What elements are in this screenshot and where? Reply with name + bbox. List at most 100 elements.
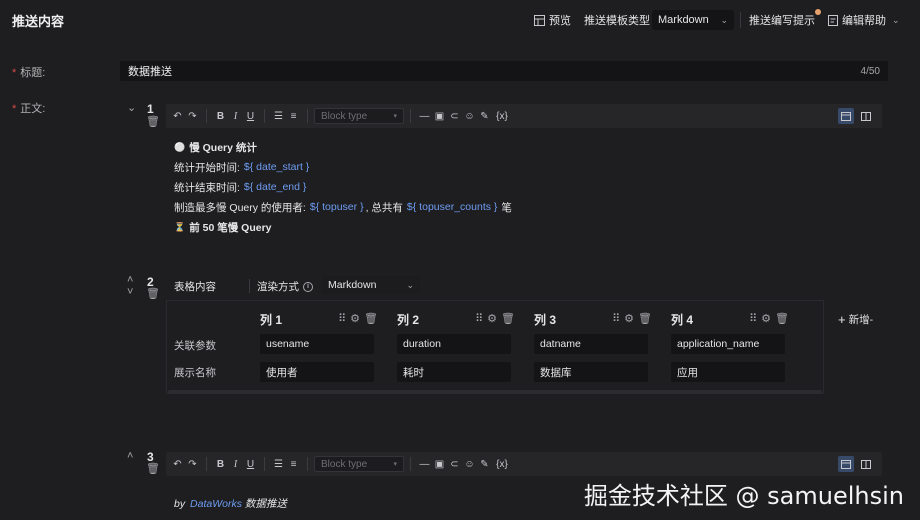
title-value: 数据推送 [128,66,172,78]
add-column-button[interactable]: + 新增- [838,312,873,327]
bullet-list-icon[interactable]: ☰ [271,107,286,125]
content-user-line: 制造最多慢 Query 的使用者: ${ topuser }, 总共有 ${ top… [174,201,512,214]
name-input-1[interactable]: 使用者 [260,362,374,382]
edit-help-button[interactable]: 编辑帮助 ⌄ [828,10,900,30]
gear-icon[interactable]: ⚙ [487,314,497,325]
chevron-down-icon: ⌄ [892,14,900,25]
param-input-3[interactable]: datname [534,334,648,354]
content-start-line: 统计开始时间: ${ date_start } [174,161,310,174]
notification-dot [815,9,821,15]
block-type-select[interactable]: Block type ▾ [314,108,404,124]
preview-button[interactable]: 预览 [534,10,571,30]
divider-icon[interactable]: — [417,107,432,125]
trash-icon[interactable]: 🗑 [501,314,515,325]
trash-icon[interactable]: 🗑 [146,464,160,475]
link-icon[interactable]: ⊂ [447,107,462,125]
underline-icon[interactable]: U [243,107,258,125]
italic-icon[interactable]: I [228,107,243,125]
emoji-icon[interactable]: ☺ [462,455,477,473]
block-number: 2 [147,275,154,289]
watermark: 掘金技术社区 @ samuelhsin [583,482,904,510]
preview-icon [534,14,545,26]
edit-help-label: 编辑帮助 [842,15,886,27]
ordered-list-icon[interactable]: ≡ [286,455,301,473]
gear-icon[interactable]: ⚙ [624,314,634,325]
trash-icon[interactable]: 🗑 [364,314,378,325]
gear-icon[interactable]: ⚙ [350,314,360,325]
collapse-chevron-icon[interactable]: ⌄ [127,103,136,114]
bullet-list-icon[interactable]: ☰ [271,455,286,473]
block-3-content[interactable]: by DataWorks 数据推送 [174,496,287,511]
underline-icon[interactable]: U [243,455,258,473]
render-mode-select[interactable]: Markdown ⌄ [322,276,420,294]
trash-icon[interactable]: 🗑 [775,314,789,325]
help-doc-icon [828,14,838,26]
drag-handle-icon[interactable]: ⠿ [612,314,620,325]
writing-tips-button[interactable]: 推送编写提示 [749,9,821,30]
emoji-icon[interactable]: ☺ [462,107,477,125]
plus-icon: + [838,312,846,327]
preview-label: 预览 [549,15,571,27]
writing-tips-label: 推送编写提示 [749,15,815,27]
gear-icon[interactable]: ⚙ [761,314,771,325]
name-input-4[interactable]: 应用 [671,362,785,382]
undo-icon[interactable]: ↶ [170,107,185,125]
editor-toolbar: ↶ ↷ B I U ☰ ≡ Block type ▾ — ▣ ⊂ ☺ ✎ {x} [166,452,882,476]
highlight-icon[interactable]: ✎ [477,455,492,473]
redo-icon[interactable]: ↷ [185,107,200,125]
header-divider [740,12,741,28]
split-view-icon[interactable] [838,108,854,124]
variable-icon[interactable]: {x} [492,107,512,125]
image-icon[interactable]: ▣ [432,455,447,473]
italic-icon[interactable]: I [228,455,243,473]
name-input-2[interactable]: 耗时 [397,362,511,382]
undo-icon[interactable]: ↶ [170,455,185,473]
block-number: 3 [147,450,154,464]
name-input-3[interactable]: 数据库 [534,362,648,382]
block-type-select[interactable]: Block type ▾ [314,456,404,472]
param-input-4[interactable]: application_name [671,334,785,354]
trash-icon[interactable]: 🗑 [146,289,160,300]
move-down-icon[interactable]: ˅ [127,287,133,298]
drag-handle-icon[interactable]: ⠿ [749,314,757,325]
content-top-line: ⏳ 前 50 笔慢 Query [174,221,272,234]
template-type-select[interactable]: Markdown ⌄ [652,10,734,30]
preview-view-icon[interactable] [858,108,874,124]
bold-icon[interactable]: B [213,107,228,125]
trash-icon[interactable]: 🗑 [146,117,160,128]
row-label-params: 关联参数 [174,340,216,352]
split-view-icon[interactable] [838,456,854,472]
move-up-icon[interactable]: ˄ [127,451,133,462]
move-up-icon[interactable]: ˄ [127,275,133,286]
link-icon[interactable]: ⊂ [447,455,462,473]
template-type-value: Markdown [658,14,709,26]
image-icon[interactable]: ▣ [432,107,447,125]
column-header-1: 列 1 ⠿ ⚙ 🗑 [260,312,378,327]
bold-icon[interactable]: B [213,455,228,473]
redo-icon[interactable]: ↷ [185,455,200,473]
divider-icon[interactable]: — [417,455,432,473]
chevron-down-icon: ⌄ [406,279,414,290]
title-field-label: * 标题: [12,67,46,79]
highlight-icon[interactable]: ✎ [477,107,492,125]
param-input-2[interactable]: duration [397,334,511,354]
block-number: 1 [147,102,154,116]
variable-icon[interactable]: {x} [492,455,512,473]
param-input-1[interactable]: usename [260,334,374,354]
title-input[interactable]: 数据推送 4/50 [120,61,888,81]
table-scrollbar[interactable] [168,390,822,394]
drag-handle-icon[interactable]: ⠿ [338,314,346,325]
block-1-content[interactable]: ⚪ 慢 Query 统计 统计开始时间: ${ date_start } 统计结束时… [174,137,512,237]
title-counter: 4/50 [860,65,880,77]
content-heading: ⚪ 慢 Query 统计 [174,141,257,154]
ordered-list-icon[interactable]: ≡ [286,107,301,125]
column-header-2: 列 2 ⠿ ⚙ 🗑 [397,312,515,327]
column-header-4: 列 4 ⠿ ⚙ 🗑 [671,312,789,327]
row-label-names: 展示名称 [174,367,216,379]
page-title: 推送内容 [12,14,65,29]
drag-handle-icon[interactable]: ⠿ [475,314,483,325]
render-divider [249,279,250,293]
trash-icon[interactable]: 🗑 [638,314,652,325]
render-mode-label: 渲染方式 i [257,279,313,294]
preview-view-icon[interactable] [858,456,874,472]
